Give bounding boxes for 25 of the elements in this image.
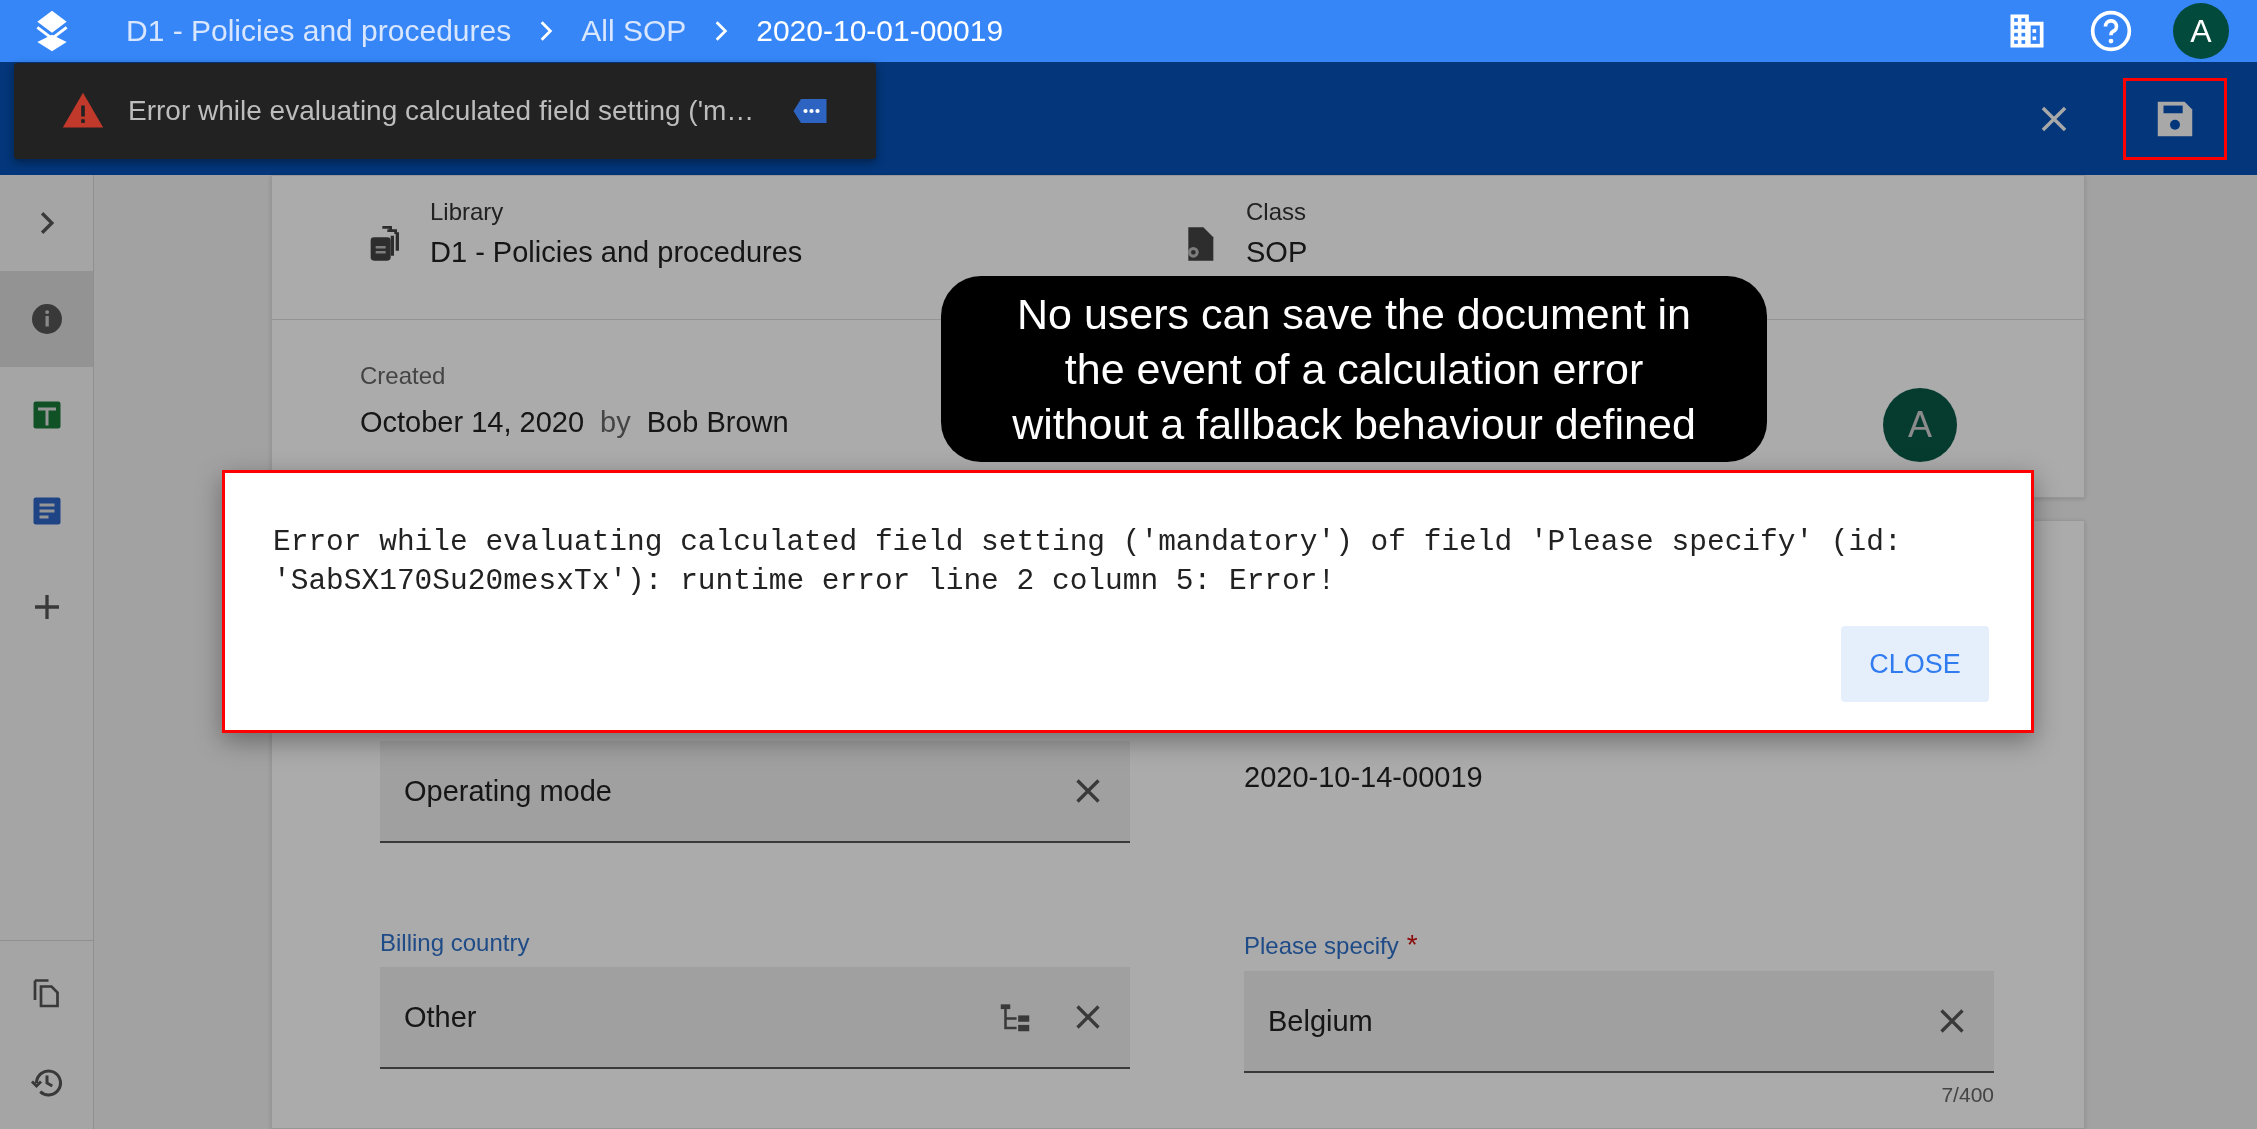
help-icon[interactable] [2089,9,2133,53]
field-label: Please specify [1244,932,1399,960]
snackbar-message: Error while evaluating calculated field setting ('m… [128,94,756,127]
field-value: D1 - Policies and procedures [430,236,803,269]
sidebar-item[interactable] [0,271,93,367]
created-date: October 14, 2020 [360,406,585,439]
field-label: Created [360,362,446,390]
error-message: Error while evaluating calculated field setting ('mandatory') of field 'Please specify' (id: 'SabSX170Su20mesxTx'): runtime error line 2 column 5: Error! [273,524,1903,600]
field-value: 2020-10-14-00019 [1244,760,1484,794]
user-avatar[interactable]: A [2173,3,2229,59]
field-label: Billing country [380,929,530,957]
by-label: by [600,406,631,439]
field-label: Class [1246,198,1307,226]
author-name: Bob Brown [646,406,789,439]
breadcrumb-link[interactable]: 2020-10-01-00019 [756,14,1004,48]
select-field[interactable]: Operating mode [380,741,1130,843]
select-field[interactable]: Other [380,967,1130,1069]
field-label: Library [430,198,505,226]
required-asterisk: * [1406,929,1418,961]
character-counter: 7/400 [1941,1083,1994,1107]
field-value: SOP [1246,236,1308,269]
input-field[interactable]: Belgium [1244,971,1994,1073]
annotation-callout: No users can save the document in the event of a calculation error without a fallback behaviour defined [941,276,1767,462]
user-avatar: A [1883,388,1957,462]
chevron-right-icon [39,211,54,235]
